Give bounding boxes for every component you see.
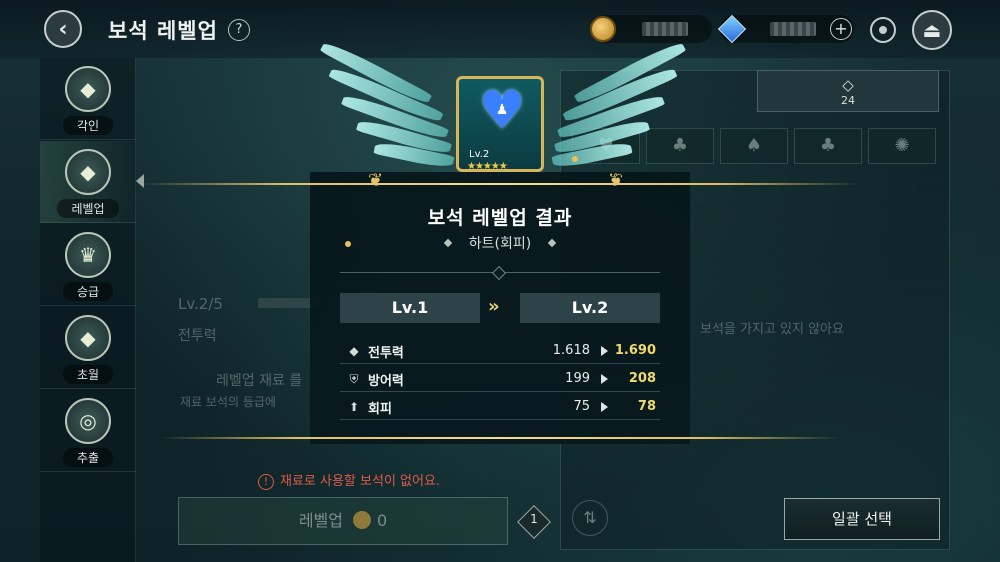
sidebar-item-label: 각인 [62, 116, 114, 135]
sidebar-item-levelup[interactable]: ◆ 레벨업 [40, 141, 144, 223]
warning-icon: ! [258, 474, 274, 490]
stat-new-value: 78 [637, 399, 656, 414]
sidebar-item-engrave[interactable]: ◆ 각인 [40, 58, 136, 140]
back-button[interactable]: ‹ [44, 10, 82, 48]
sort-button[interactable]: ⇅ [572, 500, 608, 536]
levelup-button[interactable]: 레벨업 0 [178, 497, 508, 545]
stat-old-value: 199 [565, 371, 590, 386]
heart-gem-icon: ♥ ♟ [478, 81, 526, 141]
diamond-icon: ◇ [842, 76, 854, 94]
exit-icon: ⏏ [922, 18, 942, 42]
sidebar-item-label: 승급 [62, 282, 114, 301]
settings-target-icon[interactable] [870, 17, 896, 43]
diamond-bullet-icon [443, 238, 453, 248]
level-arrow-icon: » [488, 296, 499, 317]
page-title: 보석 레벨업 [108, 19, 218, 43]
gem-tab[interactable]: ◇ 24 [757, 70, 939, 112]
spade-icon: ♠ [745, 135, 763, 156]
warning-text: 재료로 사용할 보석이 없어요. [280, 474, 441, 489]
sidebar-item-label: 추출 [62, 448, 114, 467]
active-indicator-icon [136, 174, 144, 188]
back-arrow-icon: ‹ [58, 16, 68, 42]
extract-emblem-icon: ◎ [65, 398, 111, 444]
left-wing-icon [316, 38, 466, 176]
gem-card: ♥ ♟ Lv.2 ★★★★★ [456, 76, 544, 172]
gold-coin-icon [590, 16, 616, 42]
sidebar-item-promote[interactable]: ♛ 승급 [40, 224, 136, 306]
sidebar: ◆ 각인 ◆ 레벨업 ♛ 승급 ◆ 초월 ◎ 추출 [40, 58, 144, 562]
levelup-emblem-icon: ◆ [65, 149, 111, 195]
empty-inventory-text: 보석을 가지고 있지 않아요 [700, 322, 844, 337]
stat-row-defense: ⛨ 방어력 199 208 [340, 366, 660, 392]
top-bar: ‹ 보석 레벨업 ? + ⏏ [0, 0, 1000, 58]
material-hint: 레벨업 재료 를 [216, 373, 303, 389]
stat-row-evade: ⬆ 회피 75 78 [340, 394, 660, 420]
result-subtitle: 하트(회피) [468, 236, 532, 252]
stat-arrow-icon [601, 402, 608, 412]
stat-new-value: 208 [628, 371, 656, 386]
evade-icon: ⬆ [348, 400, 360, 414]
gold-currency [590, 15, 712, 43]
bulk-select-button[interactable]: 일괄 선택 [784, 498, 940, 540]
stat-arrow-icon [601, 374, 608, 384]
count-badge-text: 1 [530, 512, 538, 526]
filter-clover[interactable]: ♣ [794, 128, 862, 164]
blue-gem-icon [717, 14, 747, 44]
sidebar-item-transcend[interactable]: ◆ 초월 [40, 307, 136, 389]
gold-amount-blurred [642, 22, 688, 36]
transcend-emblem-icon: ◆ [65, 315, 111, 361]
gem-level-progress: Lv.2/5 [178, 295, 223, 313]
title-ornament: ❦ ❦ [368, 170, 624, 191]
stat-new-value: 1.690 [614, 343, 656, 358]
no-material-warning: ! 재료로 사용할 보석이 없어요. [258, 470, 440, 490]
promote-emblem-icon: ♛ [65, 232, 111, 278]
stat-arrow-icon [601, 346, 608, 356]
gem-tab-count: 24 [841, 94, 855, 107]
stat-name: 전투력 [368, 346, 404, 361]
power-label: 전투력 [178, 328, 217, 344]
level-progress-bar [258, 298, 318, 308]
stat-name: 방어력 [368, 374, 404, 389]
result-subtitle-row: 하트(회피) [310, 233, 690, 253]
sidebar-item-label: 레벨업 [57, 199, 119, 218]
gem-currency: + [717, 14, 854, 44]
filter-spade[interactable]: ♠ [720, 128, 788, 164]
shield-icon: ⛨ [349, 372, 359, 386]
gear-icon: ✺ [894, 135, 910, 156]
help-icon[interactable]: ? [228, 19, 250, 41]
stat-old-value: 1.618 [552, 343, 590, 358]
levelup-button-label: 레벨업 [298, 511, 343, 530]
result-title: 보석 레벨업 결과 [427, 207, 573, 229]
stat-old-value: 75 [573, 399, 590, 414]
coin-icon [352, 511, 371, 529]
filter-gear[interactable]: ✺ [868, 128, 936, 164]
to-level: Lv.2 [520, 293, 660, 323]
power-icon: ◆ [349, 344, 359, 358]
add-gem-button[interactable]: + [830, 18, 852, 40]
material-hint-2: 재료 보석의 등급에 [180, 395, 276, 409]
modal-bottom-border [160, 437, 840, 439]
from-level: Lv.1 [340, 293, 480, 323]
evade-figure-icon: ♟ [495, 102, 509, 118]
engrave-emblem-icon: ◆ [65, 66, 111, 112]
levelup-cost: 0 [376, 511, 388, 530]
sidebar-item-label: 초월 [62, 365, 114, 384]
exit-button[interactable]: ⏏ [912, 10, 952, 50]
stat-name: 회피 [368, 402, 392, 417]
clover-icon: ♣ [819, 135, 837, 156]
stat-row-power: ◆ 전투력 1.618 1.690 [340, 338, 660, 364]
sidebar-item-extract[interactable]: ◎ 추출 [40, 390, 136, 472]
gem-card-level: Lv.2 [469, 149, 490, 160]
sort-icon: ⇅ [583, 508, 597, 527]
sparkle-icon [572, 156, 578, 162]
right-wing-icon [540, 38, 690, 176]
gem-amount-blurred [770, 22, 816, 36]
diamond-bullet-icon [547, 238, 557, 248]
